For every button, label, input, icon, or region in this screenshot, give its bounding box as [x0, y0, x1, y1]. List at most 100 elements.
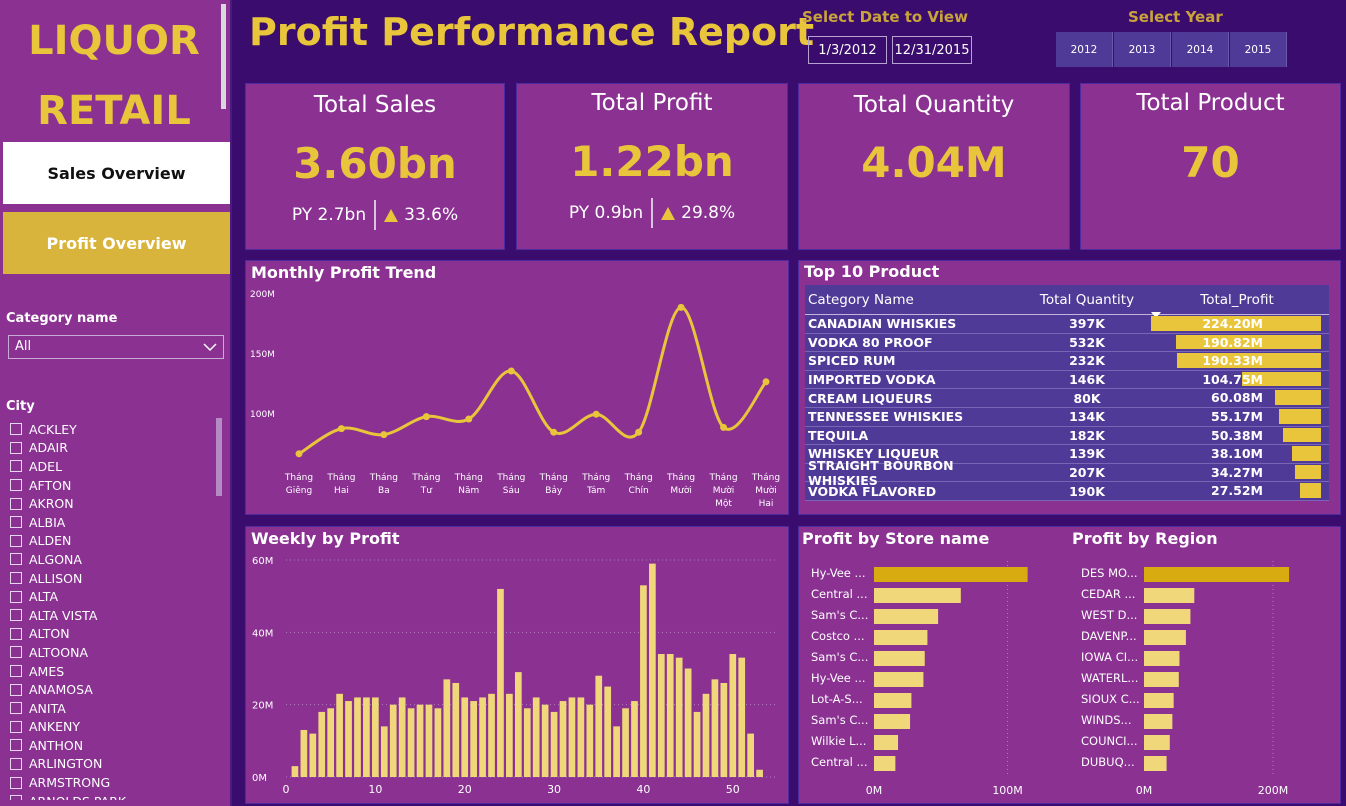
data-point[interactable] [720, 423, 728, 431]
bar[interactable] [1144, 609, 1191, 624]
bar[interactable] [461, 697, 469, 777]
bar[interactable] [1144, 567, 1290, 582]
bar[interactable] [1144, 735, 1170, 750]
category-select[interactable]: All [8, 335, 224, 359]
bar[interactable] [657, 654, 665, 777]
bar[interactable] [291, 766, 299, 777]
bar[interactable] [1144, 693, 1174, 708]
checkbox[interactable] [10, 497, 22, 510]
bar[interactable] [586, 704, 594, 777]
bar[interactable] [874, 714, 911, 729]
data-point[interactable] [677, 303, 685, 311]
checkbox[interactable] [10, 665, 22, 678]
bar[interactable] [874, 672, 924, 687]
bar[interactable] [425, 704, 433, 777]
bar[interactable] [300, 729, 308, 777]
nav-sales-overview-button[interactable]: Sales Overview [3, 142, 230, 204]
year-button[interactable]: 2015 [1230, 32, 1287, 67]
city-list-item[interactable]: ARNOLDS PARK [10, 792, 210, 800]
city-list-item[interactable]: ALDEN [10, 532, 210, 551]
bar[interactable] [514, 672, 522, 777]
bar[interactable] [729, 654, 737, 777]
bar[interactable] [479, 697, 486, 777]
bar[interactable] [693, 711, 701, 777]
data-point[interactable] [295, 450, 303, 458]
bar[interactable] [345, 701, 352, 777]
bar[interactable] [577, 697, 585, 777]
checkbox[interactable] [10, 460, 22, 473]
city-list-item[interactable]: ALLISON [10, 569, 210, 588]
bar[interactable] [631, 701, 638, 777]
checkbox[interactable] [10, 627, 22, 640]
table-row[interactable]: TEQUILA 182K 50.38M [805, 426, 1329, 446]
checkbox[interactable] [10, 479, 22, 492]
bar[interactable] [416, 704, 424, 777]
table-row[interactable]: SPICED RUM 232K 190.33M [805, 352, 1329, 371]
city-list-item[interactable]: AKRON [10, 494, 210, 513]
city-list-item[interactable]: ARMSTRONG [10, 773, 210, 792]
bar[interactable] [640, 585, 647, 777]
data-point[interactable] [422, 413, 430, 421]
city-list-item[interactable]: ANITA [10, 699, 210, 718]
city-list-item[interactable]: ALTOONA [10, 643, 210, 662]
bar[interactable] [1144, 672, 1179, 687]
table-row[interactable]: TENNESSEE WHISKIES 134K 55.17M [805, 407, 1329, 427]
checkbox[interactable] [10, 590, 22, 603]
bar[interactable] [595, 675, 603, 777]
bar[interactable] [613, 726, 620, 777]
checkbox[interactable] [10, 776, 22, 789]
bar[interactable] [649, 563, 656, 777]
bar[interactable] [738, 657, 746, 777]
column-header-category[interactable]: Category Name [805, 292, 1025, 308]
bar[interactable] [874, 588, 961, 603]
city-list-item[interactable]: ANKENY [10, 718, 210, 737]
bar[interactable] [497, 588, 504, 777]
bar[interactable] [506, 693, 513, 777]
nav-profit-overview-button[interactable]: Profit Overview [3, 212, 230, 274]
bar[interactable] [443, 679, 451, 777]
bar[interactable] [684, 668, 692, 778]
bar[interactable] [354, 697, 361, 777]
bar[interactable] [874, 735, 899, 750]
checkbox[interactable] [10, 516, 22, 529]
bar[interactable] [470, 701, 478, 777]
city-list-item[interactable]: ADAIR [10, 439, 210, 458]
data-point[interactable] [762, 378, 770, 386]
bar[interactable] [363, 697, 370, 777]
data-point[interactable] [507, 367, 515, 375]
data-point[interactable] [635, 428, 643, 436]
bar[interactable] [675, 657, 683, 777]
bar[interactable] [541, 704, 549, 777]
year-button[interactable]: 2013 [1114, 32, 1171, 67]
bar[interactable] [398, 697, 406, 777]
checkbox[interactable] [10, 423, 22, 436]
city-list-item[interactable]: ALTA VISTA [10, 606, 210, 625]
checkbox[interactable] [10, 795, 22, 800]
bar[interactable] [372, 697, 379, 777]
bar[interactable] [756, 769, 763, 777]
bar[interactable] [434, 708, 442, 777]
checkbox[interactable] [10, 534, 22, 547]
start-date-input[interactable]: 1/3/2012 [808, 36, 887, 64]
bar[interactable] [1144, 756, 1167, 771]
bar[interactable] [550, 711, 558, 777]
bar[interactable] [389, 704, 397, 777]
bar[interactable] [523, 708, 531, 777]
bar[interactable] [666, 654, 674, 777]
table-row[interactable]: VODKA 80 PROOF 532K 190.82M [805, 333, 1329, 353]
bar[interactable] [1144, 714, 1173, 729]
bar[interactable] [1144, 588, 1195, 603]
checkbox[interactable] [10, 553, 22, 566]
bar[interactable] [874, 567, 1028, 582]
data-point[interactable] [337, 425, 345, 433]
bar[interactable] [532, 697, 540, 777]
checkbox[interactable] [10, 702, 22, 715]
table-row[interactable]: CANADIAN WHISKIES 397K 224.20M [805, 315, 1329, 334]
city-list-item[interactable]: ALBIA [10, 513, 210, 532]
bar[interactable] [711, 679, 719, 777]
bar[interactable] [874, 693, 912, 708]
bar[interactable] [336, 693, 343, 777]
checkbox[interactable] [10, 572, 22, 585]
bar[interactable] [568, 697, 576, 777]
bar[interactable] [604, 686, 612, 777]
